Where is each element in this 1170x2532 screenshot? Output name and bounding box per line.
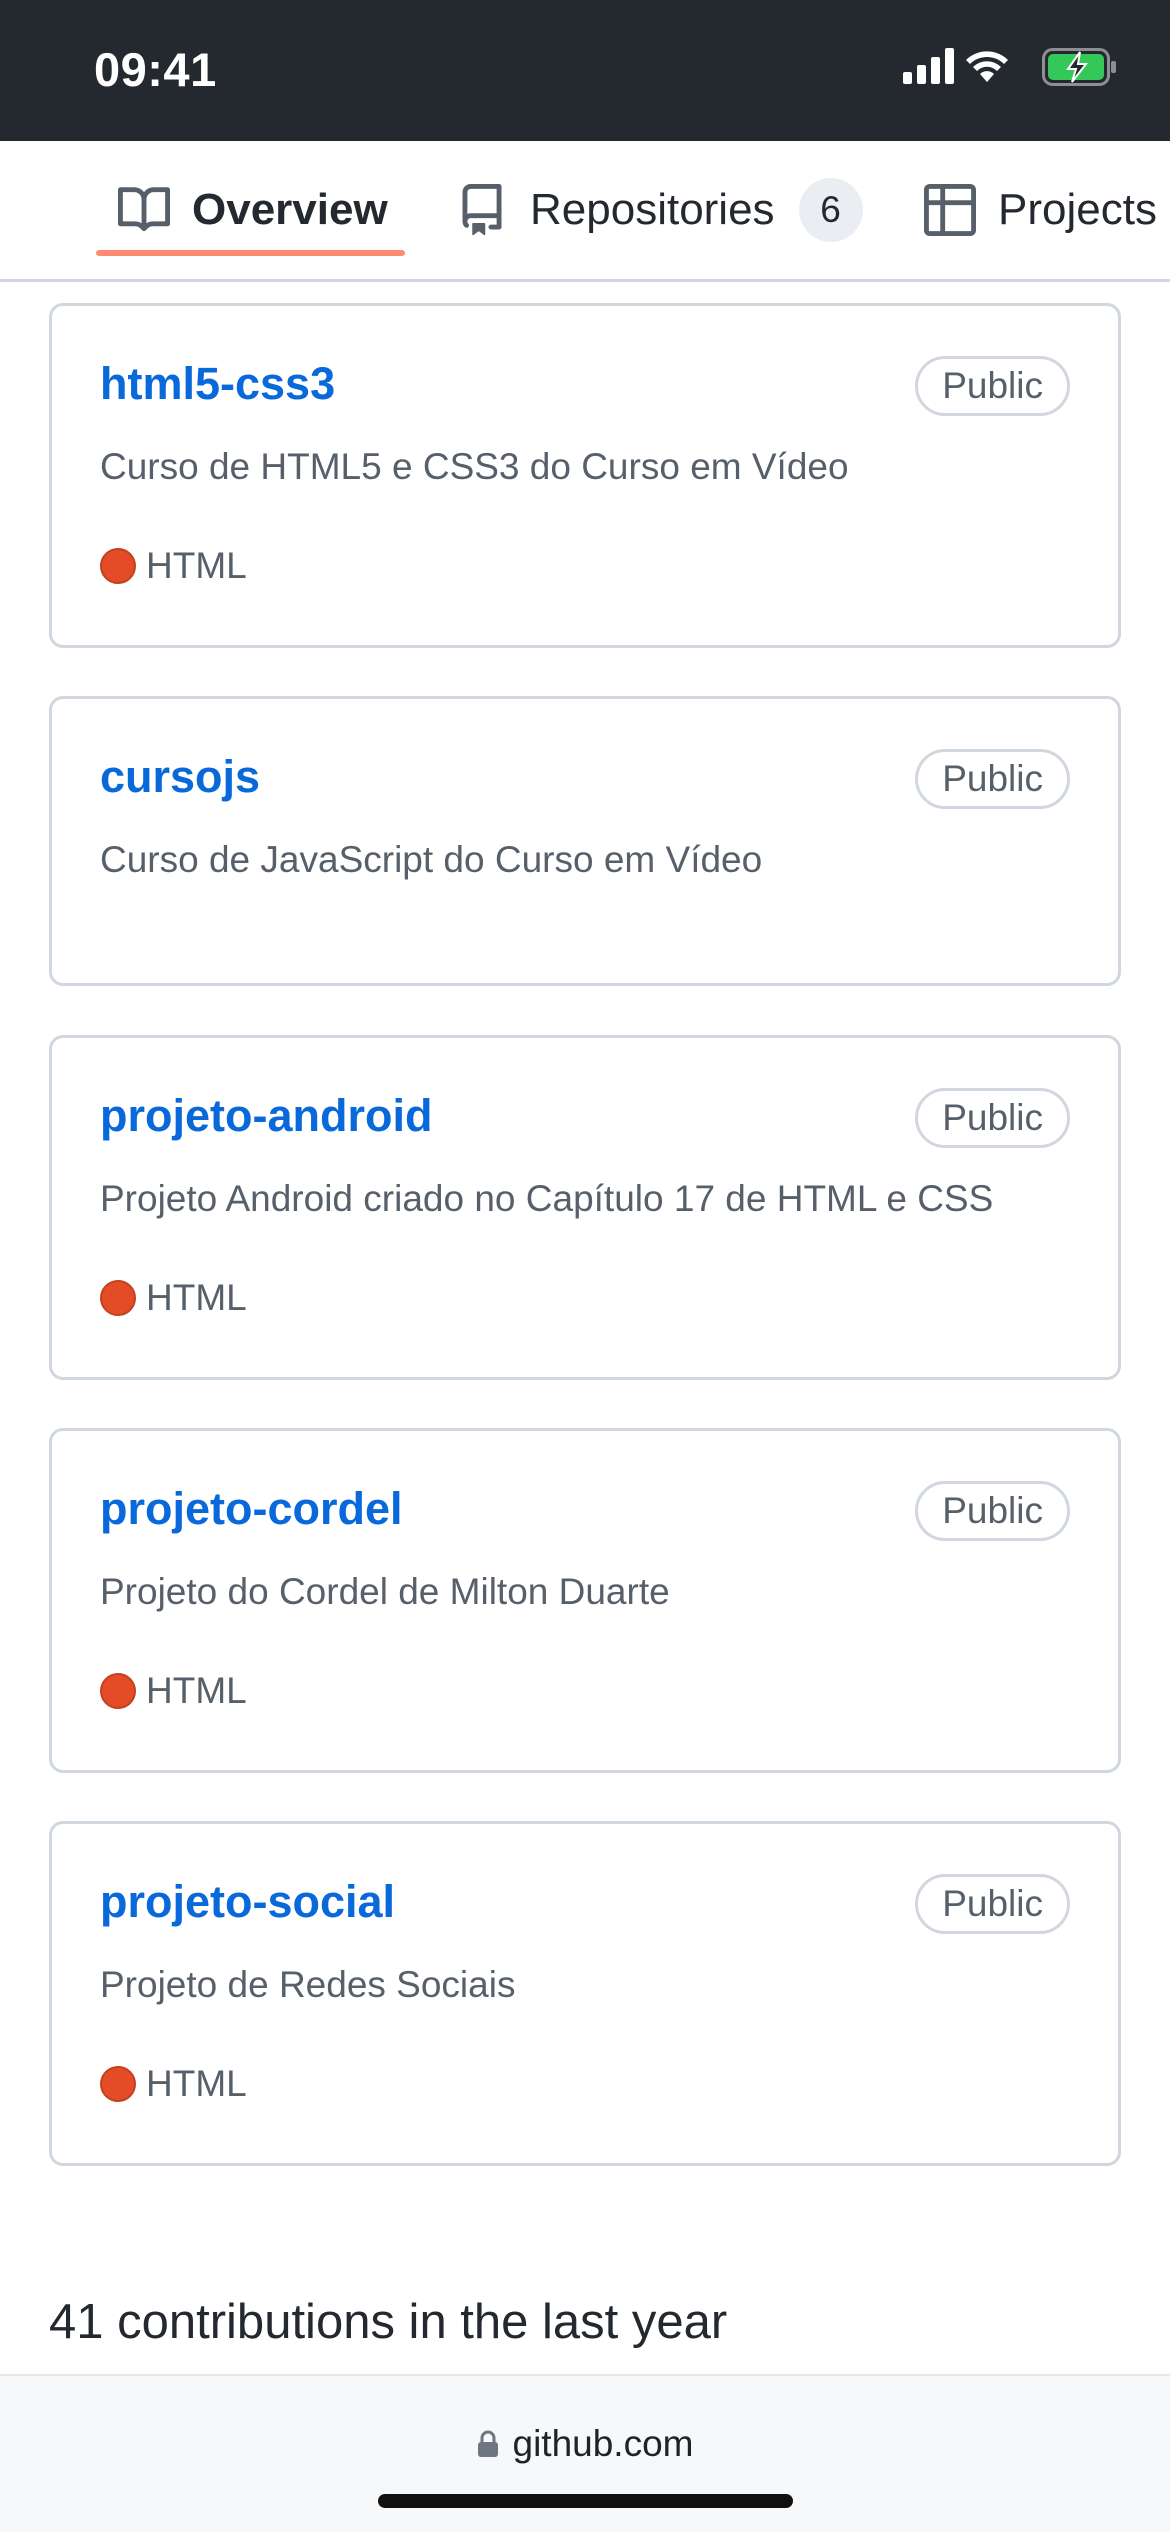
page: 09:41 Overview Repositories 6 Projects h…	[0, 0, 1170, 2532]
repo-card: cursojs Public Curso de JavaScript do Cu…	[49, 696, 1121, 986]
repo-description: Projeto de Redes Sociais	[100, 1964, 516, 2005]
language-name: HTML	[146, 545, 247, 586]
repo-name-link[interactable]: cursojs	[100, 751, 260, 803]
lock-icon	[477, 2430, 498, 2457]
active-tab-indicator	[96, 250, 405, 256]
repo-name-link[interactable]: projeto-cordel	[100, 1483, 403, 1535]
repo-name-link[interactable]: projeto-android	[100, 1090, 432, 1142]
tab-overview[interactable]: Overview	[118, 141, 388, 279]
status-time: 09:41	[94, 43, 217, 96]
repo-language: HTML	[100, 2062, 247, 2106]
repo-language: HTML	[100, 1276, 247, 1320]
url-text: github.com	[512, 2423, 694, 2464]
visibility-badge: Public	[915, 1874, 1070, 1934]
home-indicator[interactable]	[378, 2494, 793, 2508]
language-name: HTML	[146, 1670, 247, 1711]
visibility-badge: Public	[915, 1481, 1070, 1541]
tab-repositories[interactable]: Repositories 6	[456, 141, 863, 279]
tab-repositories-label: Repositories	[530, 185, 775, 234]
cellular-signal-icon	[903, 48, 954, 84]
language-color-dot	[100, 2066, 136, 2102]
repo-card: html5-css3 Public Curso de HTML5 e CSS3 …	[49, 303, 1121, 648]
repo-card: projeto-android Public Projeto Android c…	[49, 1035, 1121, 1380]
repo-description: Curso de JavaScript do Curso em Vídeo	[100, 839, 763, 880]
repo-description: Projeto do Cordel de Milton Duarte	[100, 1571, 670, 1612]
wifi-icon	[966, 51, 1008, 82]
repo-card: projeto-cordel Public Projeto do Cordel …	[49, 1428, 1121, 1773]
language-color-dot	[100, 1280, 136, 1316]
repo-language: HTML	[100, 544, 247, 588]
repo-name-link[interactable]: html5-css3	[100, 358, 335, 410]
contributions-heading: 41 contributions in the last year	[49, 2295, 728, 2349]
repo-language: HTML	[100, 1669, 247, 1713]
language-name: HTML	[146, 2063, 247, 2104]
profile-tab-bar: Overview Repositories 6 Projects	[0, 141, 1170, 282]
tab-projects[interactable]: Projects	[924, 141, 1157, 279]
language-color-dot	[100, 1673, 136, 1709]
status-bar: 09:41	[0, 0, 1170, 141]
url-field[interactable]: github.com	[0, 2414, 1170, 2474]
browser-url-bar[interactable]: github.com	[0, 2374, 1170, 2532]
language-name: HTML	[146, 1277, 247, 1318]
project-table-icon	[924, 184, 976, 236]
repo-description: Curso de HTML5 e CSS3 do Curso em Vídeo	[100, 446, 849, 487]
battery-charging-icon	[1042, 48, 1116, 86]
language-color-dot	[100, 548, 136, 584]
book-icon	[118, 187, 170, 232]
visibility-badge: Public	[915, 749, 1070, 809]
visibility-badge: Public	[915, 356, 1070, 416]
repositories-count-badge: 6	[798, 178, 863, 242]
tab-overview-label: Overview	[192, 185, 388, 234]
repo-name-link[interactable]: projeto-social	[100, 1876, 395, 1928]
repo-icon	[462, 184, 502, 236]
tab-projects-label: Projects	[998, 185, 1157, 234]
repo-card: projeto-social Public Projeto de Redes S…	[49, 1821, 1121, 2166]
repo-description: Projeto Android criado no Capítulo 17 de…	[100, 1178, 994, 1219]
visibility-badge: Public	[915, 1088, 1070, 1148]
